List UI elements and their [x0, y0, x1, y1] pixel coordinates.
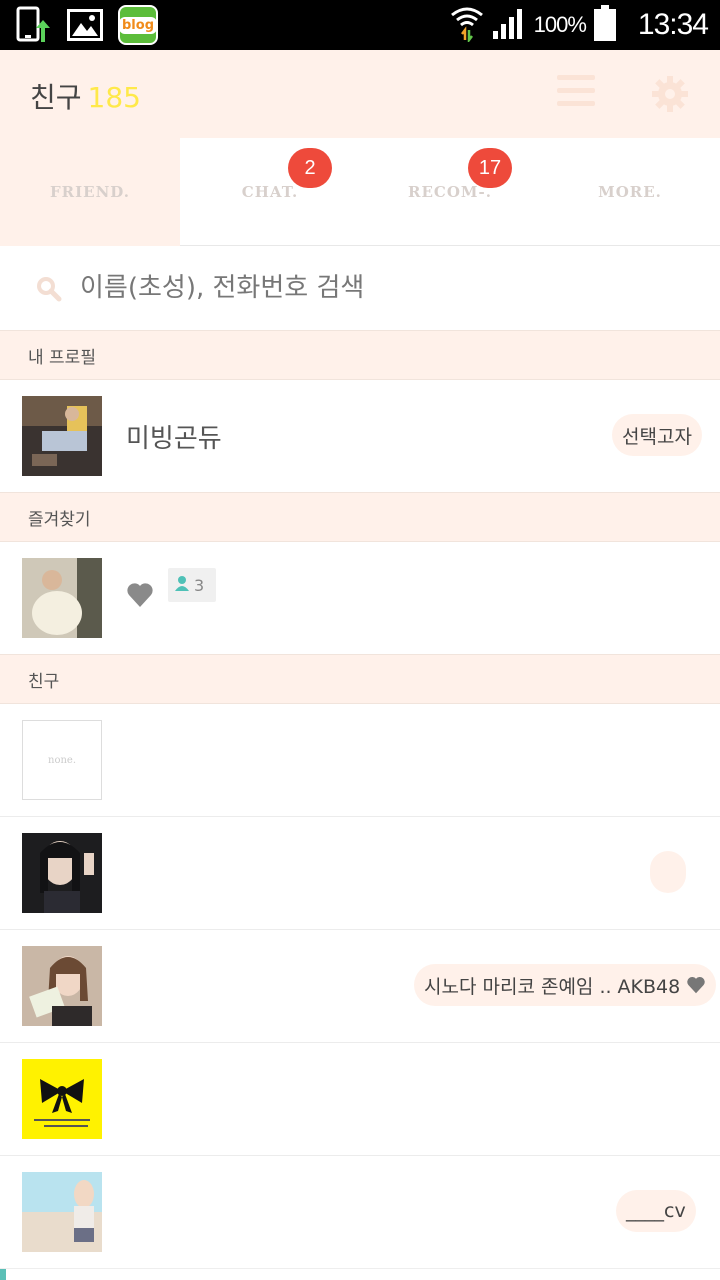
clock: 13:34: [637, 8, 709, 41]
avatar[interactable]: [22, 833, 102, 913]
menu-icon-bar: [557, 75, 595, 80]
avatar[interactable]: [22, 558, 102, 638]
search-input[interactable]: [80, 265, 680, 311]
avatar-placeholder[interactable]: none.: [22, 720, 102, 800]
avatar[interactable]: [22, 396, 102, 476]
profile-name: 미빙곤듀: [126, 424, 222, 454]
tab-friend[interactable]: FRIEND.: [0, 138, 180, 246]
section-header-friends: 친구: [0, 654, 720, 704]
avatar[interactable]: [22, 946, 102, 1026]
blog-app-icon: blog: [118, 5, 158, 45]
heart-icon: [686, 976, 706, 994]
page-title: 친구 185: [30, 76, 141, 116]
tab-more-label: MORE.: [598, 183, 662, 201]
section-header-my-profile: 내 프로필: [0, 330, 720, 380]
friend-row[interactable]: ____cv: [0, 1156, 720, 1269]
tab-bar: FRIEND. CHAT. RECOM-. MORE. 2 17: [0, 138, 720, 246]
tab-chat[interactable]: CHAT.: [180, 138, 360, 246]
recommend-badge: 17: [468, 148, 512, 188]
tab-chat-label: CHAT.: [241, 183, 299, 201]
section-title: 즐겨찾기: [28, 510, 91, 530]
status-message: ____cv: [616, 1190, 696, 1232]
menu-icon-bar: [557, 88, 595, 93]
blog-label: blog: [119, 16, 157, 34]
search-bar: [0, 247, 720, 330]
search-icon: [36, 276, 62, 302]
status-message: 시노다 마리코 존예임 .. AKB48: [414, 964, 717, 1006]
status-text: 시노다 마리코 존예임 .. AKB48: [424, 975, 681, 998]
status-message: 선택고자: [612, 414, 702, 456]
chat-unread-badge: 2: [288, 148, 332, 188]
section-title: 내 프로필: [28, 348, 96, 368]
tab-friend-label: FRIEND.: [50, 183, 130, 201]
phone-upload-icon: [14, 6, 52, 44]
signal-icon: [492, 7, 526, 43]
gear-icon: [652, 76, 688, 112]
heart-icon: [126, 582, 154, 608]
avatar[interactable]: [22, 1059, 102, 1139]
tab-recommend[interactable]: RECOM-.: [360, 138, 540, 246]
section-header-favorites: 즐겨찾기: [0, 492, 720, 542]
avatar[interactable]: [22, 1172, 102, 1252]
section-title: 친구: [28, 672, 60, 692]
my-profile-row[interactable]: 미빙곤듀 선택고자: [0, 380, 720, 493]
page-title-label: 친구: [30, 81, 82, 114]
battery-icon: [593, 5, 616, 45]
friend-row[interactable]: 시노다 마리코 존예임 .. AKB48: [0, 930, 720, 1043]
menu-icon-bar: [557, 101, 595, 106]
friend-total-count: 185: [87, 81, 141, 114]
friend-count-badge: 3: [168, 568, 216, 602]
settings-button[interactable]: [650, 74, 690, 114]
battery-percent: 100%: [533, 12, 587, 37]
gallery-icon: [66, 6, 104, 44]
app-header: 친구 185: [0, 50, 720, 138]
status-message: [650, 851, 686, 893]
favorite-row[interactable]: 3: [0, 542, 720, 655]
scroll-indicator: [0, 1268, 720, 1280]
wifi-icon: [450, 4, 484, 46]
status-bar: blog 100% 13:34: [0, 0, 720, 50]
person-icon: [174, 575, 190, 595]
friend-row[interactable]: [0, 817, 720, 930]
friend-count-value: 3: [194, 575, 205, 595]
friend-row[interactable]: none.: [0, 704, 720, 817]
scroll-thumb: [0, 1269, 6, 1280]
tab-more[interactable]: MORE.: [540, 138, 720, 246]
menu-button[interactable]: [557, 75, 595, 111]
friend-row[interactable]: [0, 1043, 720, 1156]
